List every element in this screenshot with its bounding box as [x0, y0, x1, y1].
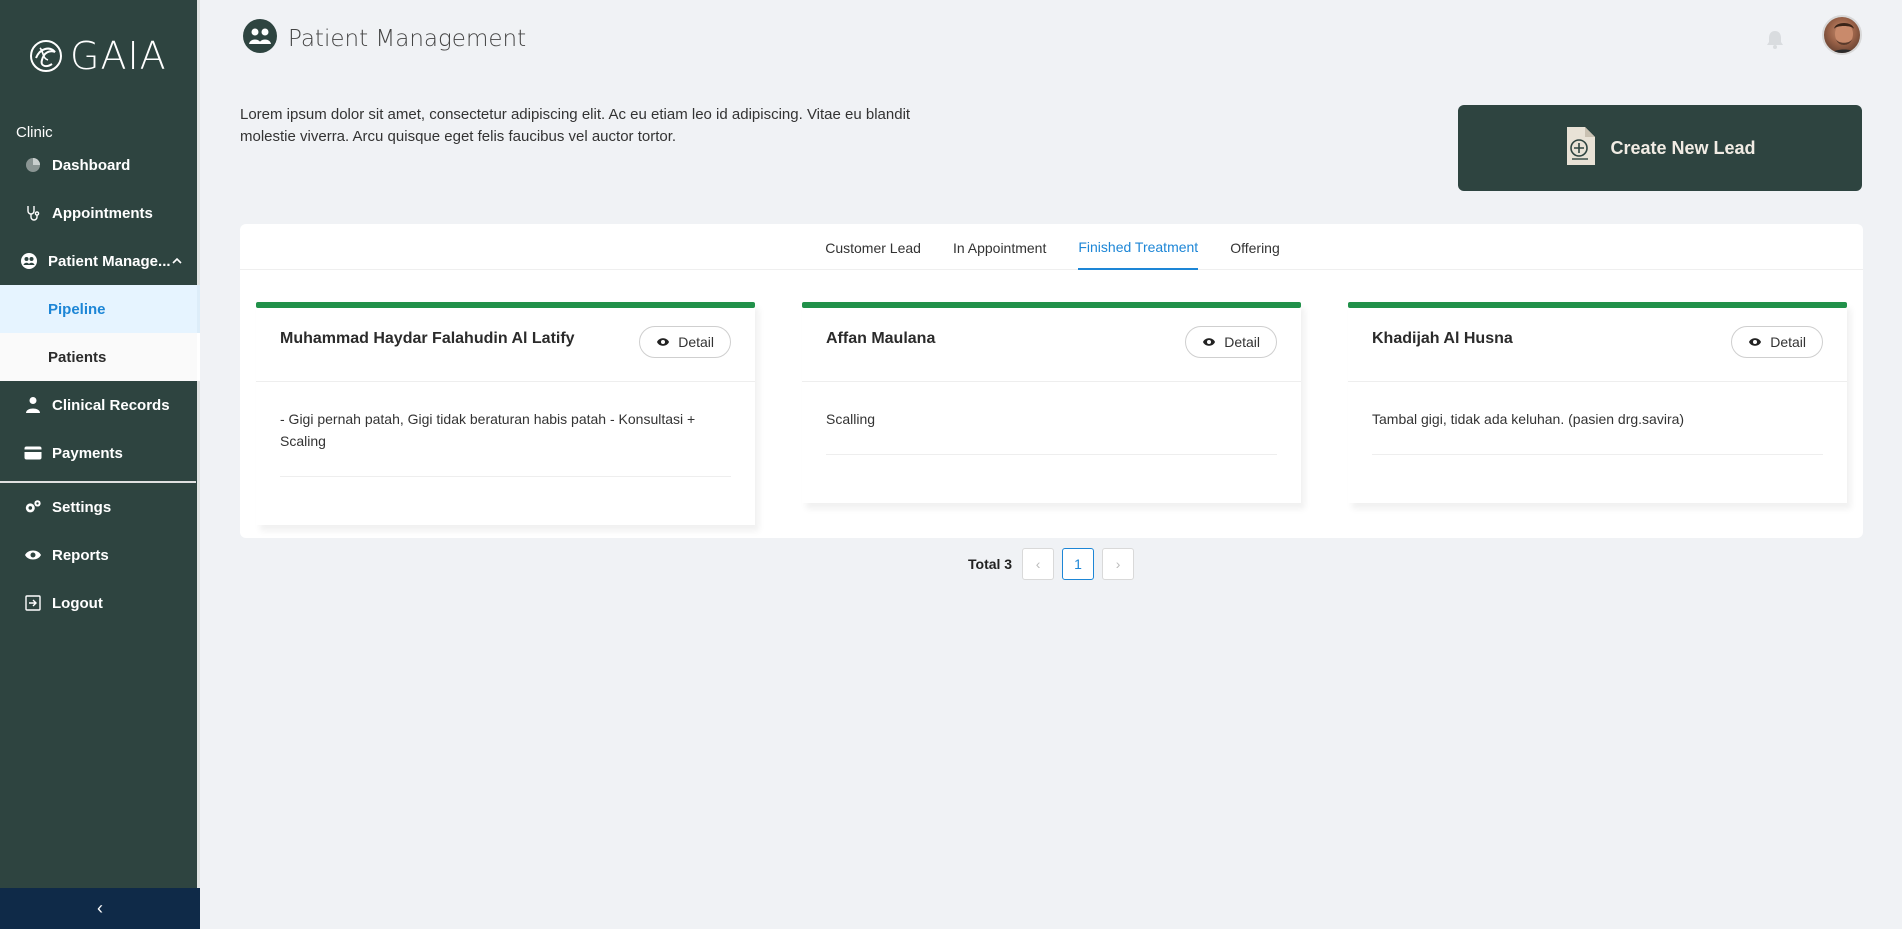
sidebar-item-label: Dashboard — [52, 156, 131, 174]
sidebar-subitem-label: Pipeline — [48, 300, 106, 318]
tab-offering[interactable]: Offering — [1230, 224, 1280, 270]
create-new-lead-label: Create New Lead — [1610, 137, 1756, 158]
patient-note: Scalling — [826, 408, 1277, 455]
bell-icon[interactable] — [1764, 28, 1786, 55]
stethoscope-icon — [24, 204, 42, 222]
chevron-left-icon: ‹ — [97, 898, 103, 918]
gear-icon — [24, 498, 42, 516]
sidebar-subitem-label: Patients — [48, 348, 107, 366]
card-header: Khadijah Al Husna Detail — [1348, 308, 1847, 382]
pipeline-panel: Customer Lead In Appointment Finished Tr… — [240, 224, 1863, 538]
eye-icon — [1749, 338, 1762, 346]
patient-name: Muhammad Haydar Falahudin Al Latify — [280, 330, 575, 347]
next-page-button[interactable]: › — [1102, 548, 1135, 580]
doctor-icon — [24, 396, 42, 414]
sidebar-item-logout[interactable]: Logout — [0, 583, 200, 623]
chevron-up-icon — [172, 253, 182, 270]
tab-in-appointment[interactable]: In Appointment — [953, 224, 1046, 270]
sidebar-item-clinical-records[interactable]: Clinical Records — [0, 385, 200, 425]
page-button-current[interactable]: 1 — [1062, 548, 1095, 580]
chevron-left-icon: ‹ — [1035, 556, 1041, 572]
sidebar-item-patient-management[interactable]: Patient Manage... — [0, 241, 200, 281]
sidebar-item-settings[interactable]: Settings — [0, 487, 200, 527]
sidebar-item-label: Reports — [52, 546, 109, 564]
patient-card: Khadijah Al Husna Detail Tambal gigi, ti… — [1348, 302, 1847, 503]
section-label-clinic: Clinic — [16, 124, 53, 141]
patients-icon — [242, 18, 278, 59]
gaia-logo-icon — [30, 40, 62, 72]
create-new-lead-button[interactable]: Create New Lead — [1458, 105, 1862, 191]
sidebar-subitem-pipeline[interactable]: Pipeline — [0, 285, 200, 333]
add-document-icon — [1564, 126, 1596, 171]
detail-label: Detail — [1770, 334, 1806, 350]
tab-customer-lead[interactable]: Customer Lead — [825, 224, 921, 270]
pipeline-tabs: Customer Lead In Appointment Finished Tr… — [240, 224, 1863, 270]
detail-button[interactable]: Detail — [639, 326, 731, 358]
patient-card: Affan Maulana Detail Scalling — [802, 302, 1301, 503]
patient-note: - Gigi pernah patah, Gigi tidak beratura… — [280, 408, 731, 477]
sidebar-item-label: Payments — [52, 444, 123, 462]
detail-label: Detail — [1224, 334, 1260, 350]
detail-button[interactable]: Detail — [1185, 326, 1277, 358]
sidebar-item-payments[interactable]: Payments — [0, 433, 200, 473]
pie-chart-icon — [24, 156, 42, 174]
page-header: Patient Management — [242, 18, 526, 59]
sidebar-item-appointments[interactable]: Appointments — [0, 193, 200, 233]
sidebar-item-label: Settings — [52, 498, 112, 516]
sidebar-collapse-button[interactable]: ‹ — [0, 888, 200, 929]
eye-icon — [1203, 338, 1216, 346]
sidebar: GAIA Clinic Dashboard Appointments Patie… — [0, 0, 200, 929]
sidebar-subitem-patients[interactable]: Patients — [0, 333, 200, 381]
pagination: Total 3 ‹ 1 › — [968, 548, 1135, 580]
sidebar-item-label: Clinical Records — [52, 396, 170, 414]
prev-page-button[interactable]: ‹ — [1022, 548, 1055, 580]
logout-icon — [24, 594, 42, 612]
sidebar-divider — [0, 481, 196, 483]
patient-name: Affan Maulana — [826, 330, 936, 347]
patient-note: Tambal gigi, tidak ada keluhan. (pasien … — [1372, 408, 1823, 455]
avatar[interactable] — [1822, 15, 1862, 55]
page-description: Lorem ipsum dolor sit amet, consectetur … — [240, 106, 911, 145]
patient-name: Khadijah Al Husna — [1372, 330, 1513, 347]
sidebar-item-label: Appointments — [52, 204, 153, 222]
gaia-logo[interactable]: GAIA — [28, 34, 167, 78]
page-title: Patient Management — [288, 25, 527, 52]
card-header: Affan Maulana Detail — [802, 308, 1301, 382]
eye-icon — [657, 338, 670, 346]
card-header: Muhammad Haydar Falahudin Al Latify Deta… — [256, 308, 755, 382]
sidebar-edge — [197, 0, 200, 888]
sidebar-item-dashboard[interactable]: Dashboard — [0, 145, 200, 185]
eye-icon — [24, 546, 42, 564]
chevron-right-icon: › — [1115, 556, 1121, 572]
pagination-total: Total 3 — [968, 556, 1013, 572]
patient-card: Muhammad Haydar Falahudin Al Latify Deta… — [256, 302, 755, 525]
sidebar-item-label: Logout — [52, 594, 103, 612]
patients-icon — [20, 252, 38, 270]
logo-text: GAIA — [70, 34, 167, 78]
sidebar-item-reports[interactable]: Reports — [0, 535, 200, 575]
detail-label: Detail — [678, 334, 714, 350]
tab-finished-treatment[interactable]: Finished Treatment — [1078, 224, 1199, 270]
sidebar-item-label: Patient Manage... — [48, 252, 171, 270]
credit-card-icon — [24, 444, 42, 462]
detail-button[interactable]: Detail — [1731, 326, 1823, 358]
